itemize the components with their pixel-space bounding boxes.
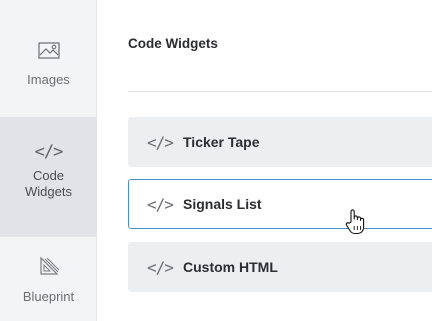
sidebar-item-label: Images (27, 72, 70, 87)
main-panel: Code Widgets </> Ticker Tape </> Signals… (98, 0, 432, 321)
code-icon: </> (147, 132, 174, 152)
code-icon: </> (147, 194, 174, 214)
blueprint-icon (38, 255, 60, 282)
code-icon: </> (34, 142, 64, 162)
divider (128, 91, 432, 92)
widget-ticker-tape[interactable]: </> Ticker Tape (128, 117, 432, 167)
image-icon (37, 40, 60, 65)
widget-label: Signals List (183, 196, 262, 212)
sidebar-item-blueprint[interactable]: Blueprint (0, 237, 97, 321)
sidebar-item-images[interactable]: Images (0, 0, 97, 117)
widget-label: Ticker Tape (183, 134, 260, 150)
hand-pointer-icon (344, 208, 366, 241)
code-icon: </> (147, 257, 174, 277)
widget-label: Custom HTML (183, 259, 278, 275)
sidebar-item-label: Code Widgets (25, 168, 72, 199)
widget-signals-list[interactable]: </> Signals List (128, 179, 432, 229)
widget-custom-html[interactable]: </> Custom HTML (128, 242, 432, 292)
page-title: Code Widgets (128, 36, 218, 51)
sidebar: Images </> Code Widgets Blueprint (0, 0, 97, 321)
sidebar-item-label: Blueprint (22, 289, 75, 304)
sidebar-item-code-widgets[interactable]: </> Code Widgets (0, 117, 97, 237)
